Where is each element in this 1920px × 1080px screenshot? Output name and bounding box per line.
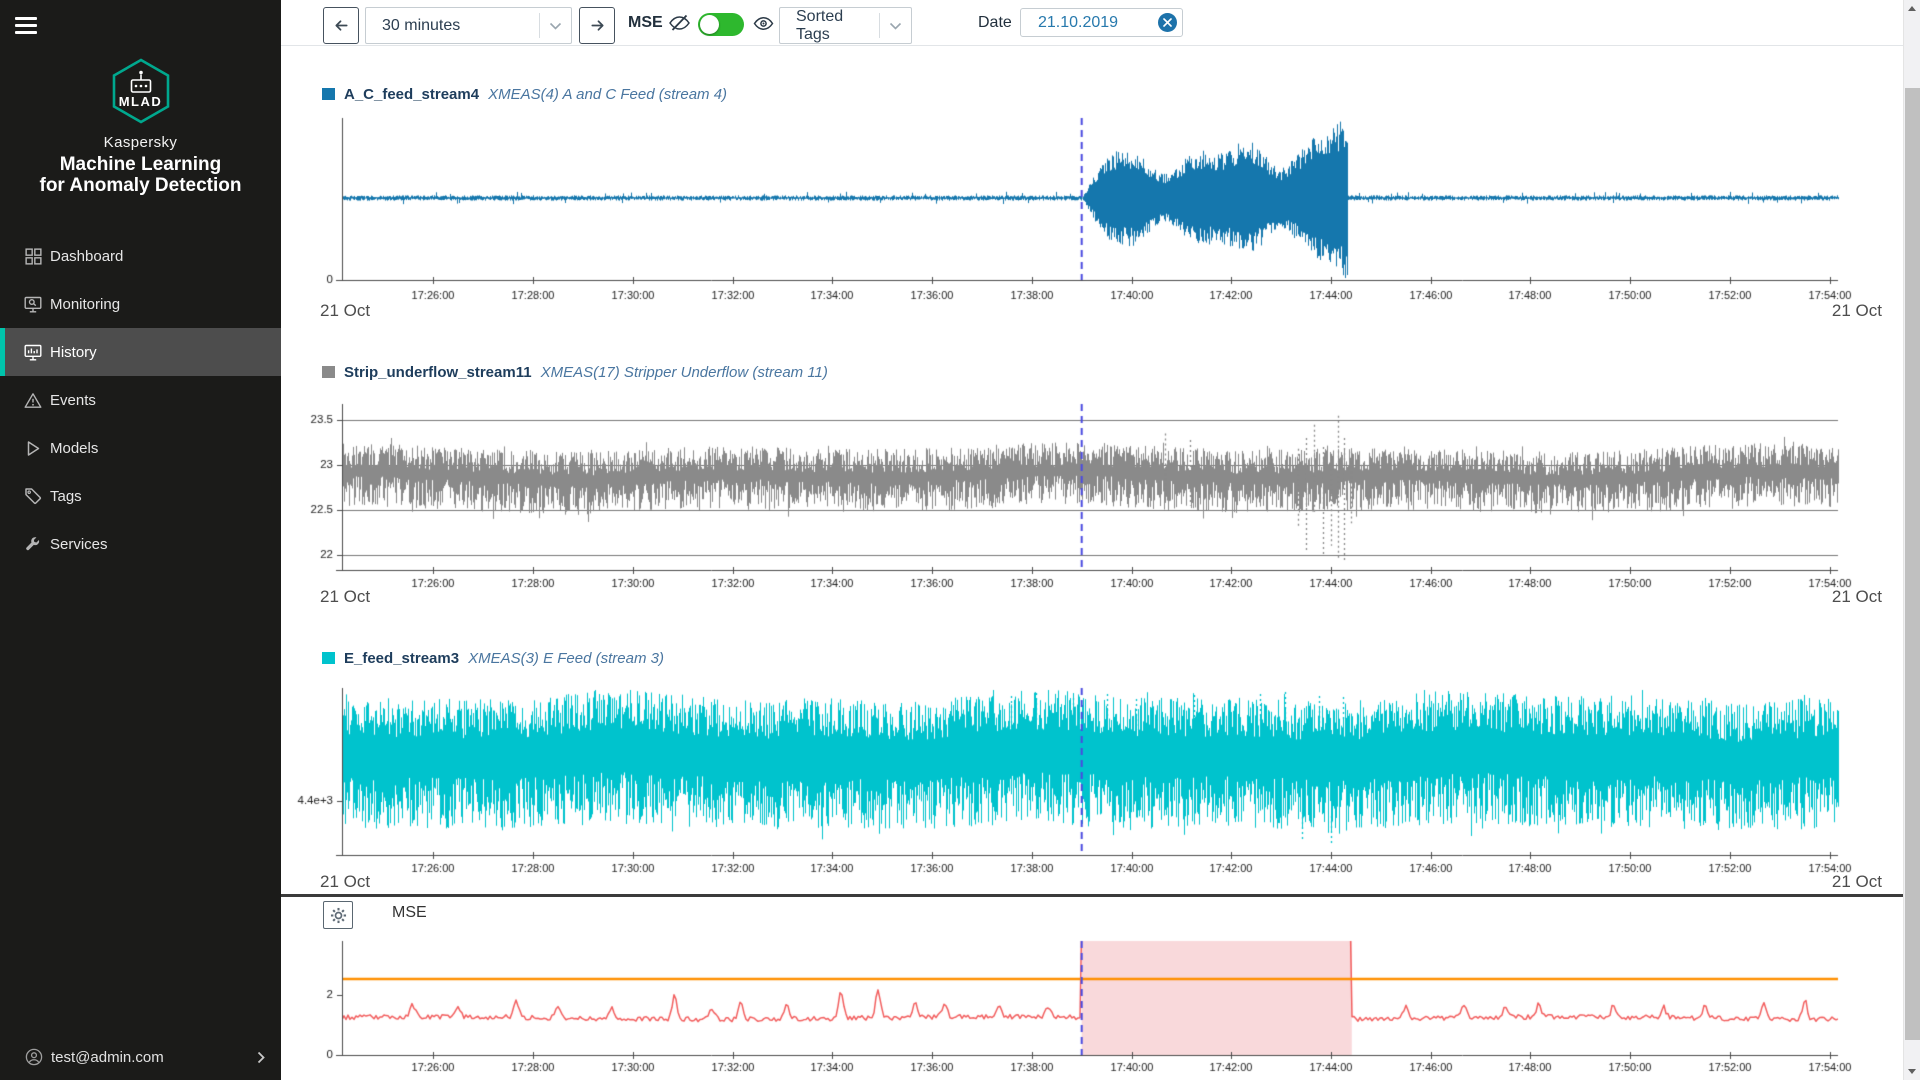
sidebar-item-label: History	[50, 344, 97, 361]
mse-toggle-label: MSE	[628, 0, 663, 46]
sidebar-item-history[interactable]: History	[0, 328, 281, 376]
mse-panel-label: MSE	[392, 904, 427, 922]
sidebar-item-label: Monitoring	[50, 296, 120, 313]
chart-title: E_feed_stream3	[344, 650, 459, 667]
dashboard-icon	[24, 247, 42, 265]
sidebar-item-label: Dashboard	[50, 248, 123, 265]
chart-header-a-c-feed: A_C_feed_stream4 XMEAS(4) A and C Feed (…	[322, 84, 727, 104]
eye-off-icon[interactable]	[668, 13, 691, 33]
menu-toggle-button[interactable]	[15, 17, 37, 34]
chart-canvas-mse[interactable]	[290, 938, 1920, 1080]
sidebar-item-dashboard[interactable]: Dashboard	[0, 232, 281, 280]
legend-square-icon	[322, 652, 335, 664]
mse-settings-button[interactable]	[323, 901, 353, 929]
clear-date-button[interactable]	[1158, 13, 1177, 32]
mse-panel-divider	[281, 894, 1903, 897]
legend-square-icon	[322, 366, 335, 378]
date-value: 21.10.2019	[1038, 14, 1118, 32]
arrow-right-icon	[589, 17, 606, 34]
toggle-knob	[700, 15, 719, 34]
app-root: MLAD Kaspersky Machine Learning for Anom…	[0, 0, 1920, 1080]
user-account-button[interactable]: test@admin.com	[0, 1034, 281, 1080]
scroll-up-button[interactable]	[1904, 0, 1920, 17]
sidebar-item-tags[interactable]: Tags	[0, 472, 281, 520]
legend-square-icon	[322, 88, 335, 100]
user-avatar-icon	[25, 1048, 43, 1066]
tags-icon	[24, 487, 42, 505]
chart-subtitle: XMEAS(3) E Feed (stream 3)	[468, 650, 664, 667]
chart-canvas-e-feed-stream3[interactable]	[290, 684, 1920, 882]
brand-line2: Machine Learning	[0, 154, 281, 175]
chart-title: Strip_underflow_stream11	[344, 364, 532, 381]
sidebar-item-events[interactable]: Events	[0, 376, 281, 424]
select-divider	[539, 13, 540, 38]
gear-icon	[330, 907, 347, 924]
models-icon	[24, 439, 42, 457]
monitoring-icon	[24, 295, 42, 313]
triangle-down-icon	[1908, 1069, 1916, 1074]
toolbar: 30 minutes MSE	[281, 0, 1903, 46]
chart-subtitle: XMEAS(17) Stripper Underflow (stream 11)	[541, 364, 828, 381]
chart-canvas-a-c-feed-stream4[interactable]	[290, 114, 1920, 312]
events-icon	[24, 391, 42, 409]
chevron-down-icon	[549, 22, 562, 30]
brand-line3: for Anomaly Detection	[0, 175, 281, 196]
scrollbar-thumb[interactable]	[1905, 88, 1920, 1040]
interval-select[interactable]: 30 minutes	[365, 7, 572, 44]
sidebar: MLAD Kaspersky Machine Learning for Anom…	[0, 0, 281, 1080]
sidebar-item-models[interactable]: Models	[0, 424, 281, 472]
hexagon-logo-icon	[111, 58, 171, 124]
date-label-left: 21 Oct	[320, 301, 432, 321]
vertical-scrollbar[interactable]	[1903, 0, 1920, 1080]
sidebar-item-services[interactable]: Services	[0, 520, 281, 568]
select-divider	[879, 13, 880, 38]
triangle-up-icon	[1908, 6, 1916, 11]
date-label-right: 21 Oct	[1770, 872, 1882, 892]
brand-text: Kaspersky Machine Learning for Anomaly D…	[0, 134, 281, 196]
date-label-left: 21 Oct	[320, 587, 432, 607]
brand-kaspersky: Kaspersky	[0, 134, 281, 151]
mlad-logo: MLAD	[0, 58, 281, 124]
date-input[interactable]: 21.10.2019	[1020, 8, 1183, 37]
history-icon	[24, 343, 42, 361]
mse-visibility-toggle[interactable]	[698, 13, 744, 36]
interval-value: 30 minutes	[382, 17, 460, 35]
chart-canvas-strip-underflow-stream11[interactable]	[290, 400, 1920, 598]
sidebar-item-label: Models	[50, 440, 98, 457]
close-icon	[1163, 18, 1172, 27]
date-label-left: 21 Oct	[320, 872, 432, 892]
sidebar-item-label: Events	[50, 392, 96, 409]
user-email: test@admin.com	[51, 1049, 164, 1066]
sidebar-item-monitoring[interactable]: Monitoring	[0, 280, 281, 328]
scroll-down-button[interactable]	[1904, 1063, 1920, 1080]
chart-header-strip-underflow: Strip_underflow_stream11 XMEAS(17) Strip…	[322, 362, 828, 382]
services-icon	[24, 535, 42, 553]
date-label-right: 21 Oct	[1770, 587, 1882, 607]
chevron-right-icon	[257, 1051, 265, 1064]
main-content: 30 minutes MSE	[281, 0, 1920, 1080]
date-label: Date	[978, 0, 1012, 46]
eye-icon[interactable]	[753, 15, 774, 32]
sorted-tags-select[interactable]: Sorted Tags	[779, 7, 912, 44]
chevron-down-icon	[889, 22, 902, 30]
date-label-right: 21 Oct	[1770, 301, 1882, 321]
sorted-tags-value: Sorted Tags	[796, 8, 879, 44]
logo-label: MLAD	[0, 94, 281, 109]
prev-interval-button[interactable]	[323, 7, 359, 44]
chart-subtitle: XMEAS(4) A and C Feed (stream 4)	[488, 86, 727, 103]
next-interval-button[interactable]	[579, 7, 615, 44]
sidebar-item-label: Services	[50, 536, 108, 553]
sidebar-item-label: Tags	[50, 488, 82, 505]
chart-title: A_C_feed_stream4	[344, 86, 479, 103]
arrow-left-icon	[333, 17, 350, 34]
sidebar-nav: Dashboard Monitoring	[0, 232, 281, 568]
chart-header-e-feed: E_feed_stream3 XMEAS(3) E Feed (stream 3…	[322, 648, 664, 668]
